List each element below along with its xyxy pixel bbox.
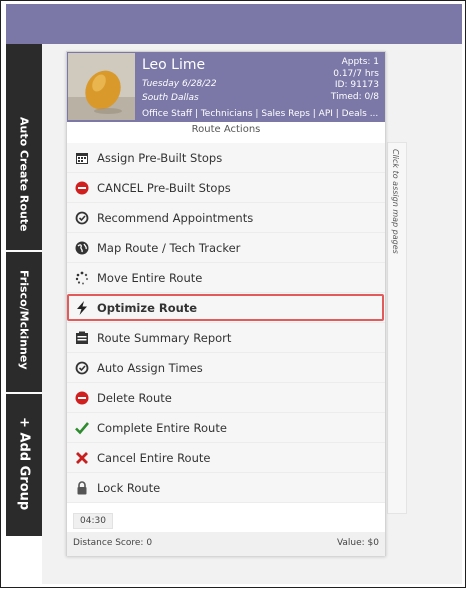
sidebar-tab-label: Frisco/Mckinney bbox=[17, 270, 31, 370]
menu-item-route-summary-report[interactable]: Route Summary Report bbox=[67, 323, 385, 353]
tech-avatar bbox=[68, 53, 135, 120]
clipboard-icon bbox=[74, 330, 90, 346]
id-stat: ID: 91173 bbox=[334, 80, 379, 90]
menu-item-move-entire-route[interactable]: Move Entire Route bbox=[67, 263, 385, 293]
menu-item-label: Lock Route bbox=[97, 480, 161, 495]
menu-item-label: Cancel Entire Route bbox=[97, 450, 211, 465]
menu-item-label: Delete Route bbox=[97, 390, 172, 405]
menu-item-cancel-pre-built-stops[interactable]: CANCEL Pre-Built Stops bbox=[67, 173, 385, 203]
spinner-icon bbox=[74, 270, 90, 286]
route-value: Value: $0 bbox=[336, 538, 379, 548]
assign-map-pages-strip[interactable]: Click to assign map pages bbox=[387, 142, 407, 514]
route-actions-menu: Assign Pre-Built Stops CANCEL Pre-Built … bbox=[67, 143, 385, 503]
tech-roles: Office Staff | Technicians | Sales Reps … bbox=[142, 109, 379, 119]
stop-red-icon bbox=[74, 180, 90, 196]
menu-item-complete-entire-route[interactable]: Complete Entire Route bbox=[67, 413, 385, 443]
route-date: Tuesday 6/28/22 bbox=[142, 79, 217, 89]
menu-item-label: Auto Assign Times bbox=[97, 360, 203, 375]
menu-item-map-route-tech-tracker[interactable]: Map Route / Tech Tracker bbox=[67, 233, 385, 263]
menu-item-lock-route[interactable]: Lock Route bbox=[67, 473, 385, 503]
clock-check-icon bbox=[74, 210, 90, 226]
menu-item-label: Recommend Appointments bbox=[97, 210, 254, 225]
checkmark-icon bbox=[74, 420, 90, 436]
x-red-icon bbox=[74, 450, 90, 466]
tech-name: Leo Lime bbox=[142, 57, 206, 73]
menu-item-delete-route[interactable]: Delete Route bbox=[67, 383, 385, 413]
optimize-route-highlight bbox=[67, 294, 384, 321]
menu-item-label: Move Entire Route bbox=[97, 270, 203, 285]
route-card-footer: Distance Score: 0 Value: $0 bbox=[67, 532, 385, 556]
stop-red-icon bbox=[74, 390, 90, 406]
menu-item-recommend-appointments[interactable]: Recommend Appointments bbox=[67, 203, 385, 233]
sidebar-tab-label: + Add Group bbox=[16, 417, 32, 511]
menu-item-label: CANCEL Pre-Built Stops bbox=[97, 180, 231, 195]
globe-icon bbox=[74, 240, 90, 256]
distance-score: Distance Score: 0 bbox=[73, 538, 153, 548]
clock-check-icon bbox=[74, 360, 90, 376]
route-stats: Appts: 1 0.17/7 hrs ID: 91173 Timed: 0/8 bbox=[331, 57, 379, 103]
menu-item-auto-assign-times[interactable]: Auto Assign Times bbox=[67, 353, 385, 383]
calendar-icon bbox=[74, 150, 90, 166]
sidebar-tab-label: Auto Create Route bbox=[17, 116, 31, 232]
sidebar-tab-auto-create-route[interactable]: Auto Create Route bbox=[6, 104, 42, 244]
menu-item-cancel-entire-route[interactable]: Cancel Entire Route bbox=[67, 443, 385, 473]
side-strip-label: Click to assign map pages bbox=[391, 149, 400, 254]
menu-item-label: Assign Pre-Built Stops bbox=[97, 150, 223, 165]
time-badge: 04:30 bbox=[73, 513, 113, 529]
top-bar bbox=[6, 4, 462, 44]
route-card-header: Leo Lime Tuesday 6/28/22 South Dallas Of… bbox=[67, 52, 385, 122]
hours-stat: 0.17/7 hrs bbox=[333, 68, 379, 79]
menu-item-label: Map Route / Tech Tracker bbox=[97, 240, 241, 255]
menu-item-assign-pre-built-stops[interactable]: Assign Pre-Built Stops bbox=[67, 143, 385, 173]
route-region: South Dallas bbox=[142, 93, 199, 103]
menu-item-label: Route Summary Report bbox=[97, 330, 232, 345]
route-actions-title: Route Actions bbox=[191, 124, 261, 135]
appts-stat: Appts: 1 bbox=[341, 57, 379, 67]
timed-stat: Timed: 0/8 bbox=[330, 91, 379, 102]
sidebar-tab-add-group[interactable]: + Add Group bbox=[6, 394, 42, 534]
lock-icon bbox=[74, 480, 90, 496]
menu-item-label: Complete Entire Route bbox=[97, 420, 227, 435]
sidebar-tab-frisco-mckinney[interactable]: Frisco/Mckinney bbox=[6, 250, 42, 390]
